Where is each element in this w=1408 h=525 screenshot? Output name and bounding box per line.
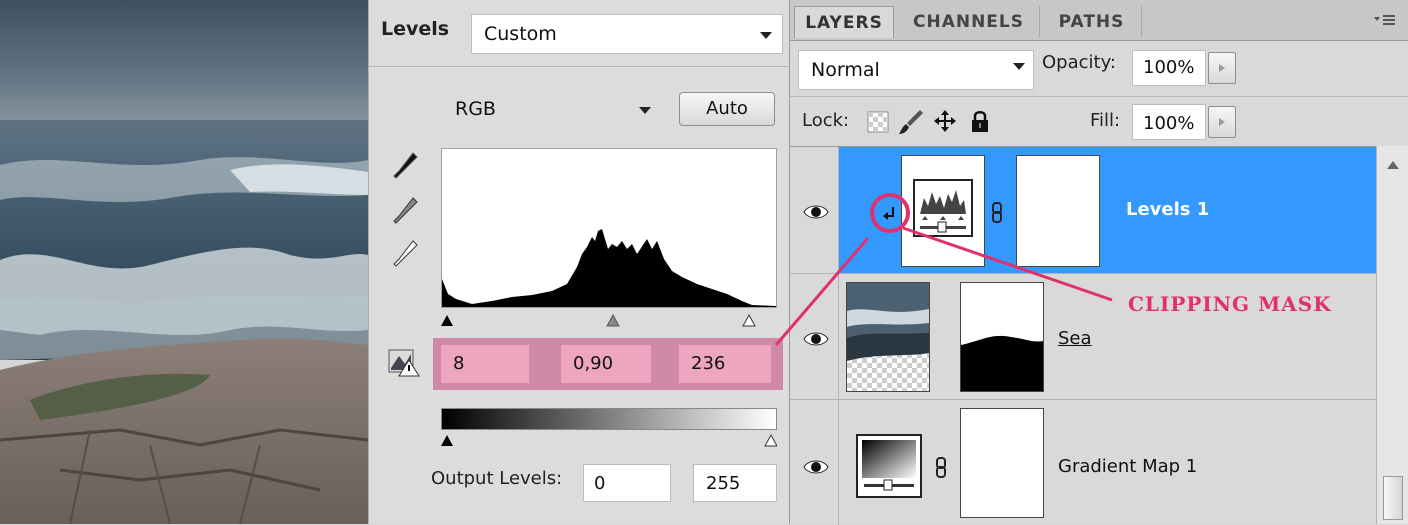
annotation-line-levels — [774, 237, 870, 346]
annotation-line-mask — [902, 226, 1113, 302]
annotation-circle — [870, 193, 910, 233]
annotation-overlay — [774, 193, 1113, 346]
annotation-label: CLIPPING MASK — [1128, 292, 1332, 316]
